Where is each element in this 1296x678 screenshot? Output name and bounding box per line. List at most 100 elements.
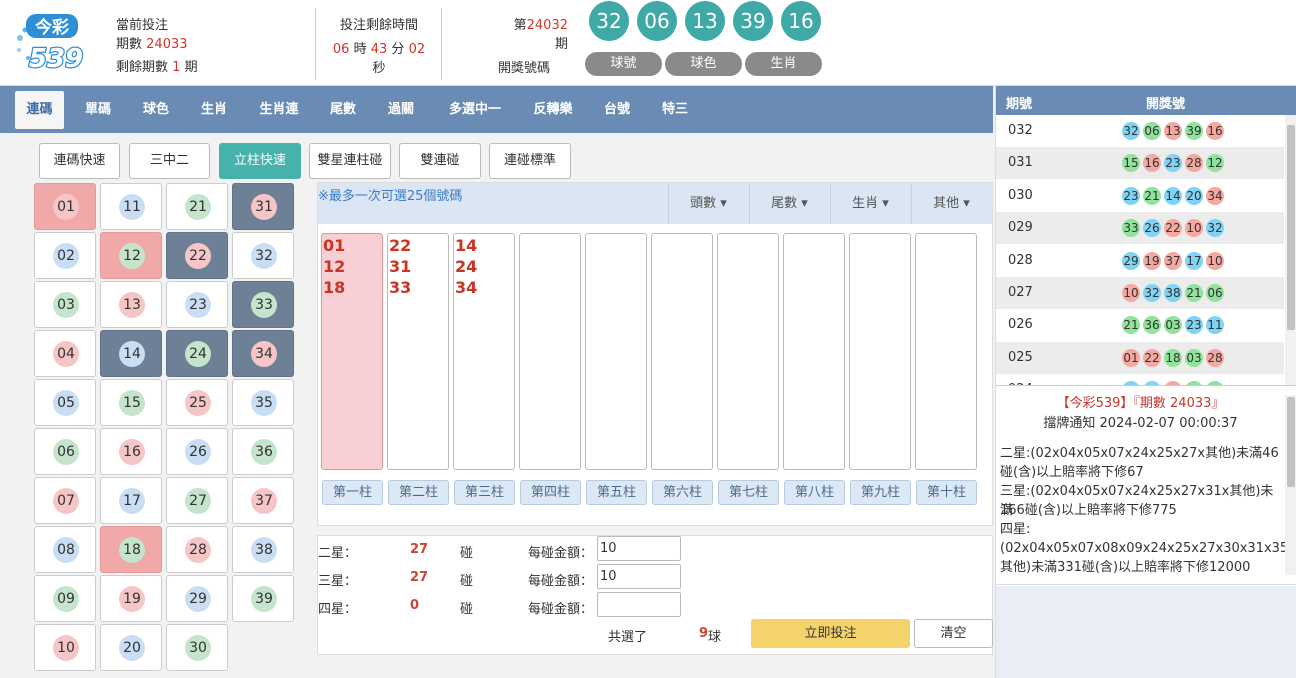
amount-input[interactable]: 10: [597, 536, 681, 561]
tab-1[interactable]: 單碼: [82, 91, 114, 129]
history-list[interactable]: 032 32 06 13 39 16 031 15 16 23 28 12 030 23 21 14 20 34 0…: [996, 115, 1296, 386]
pillar-column[interactable]: [585, 233, 647, 470]
tab-10[interactable]: 特三: [659, 91, 691, 129]
mode-button-5[interactable]: 連碰標準: [489, 143, 571, 179]
number-cell[interactable]: 25: [166, 379, 228, 426]
pillar-column[interactable]: [519, 233, 581, 470]
pillar-column[interactable]: 14 24 34: [453, 233, 515, 470]
mode-button-4[interactable]: 雙連碰: [399, 143, 481, 179]
number-cell[interactable]: 38: [232, 526, 294, 573]
history-row: 024: [996, 374, 1284, 385]
pillar-button[interactable]: 第十柱: [916, 480, 977, 505]
number-cell[interactable]: 08: [34, 526, 96, 573]
scrollbar-thumb[interactable]: [1287, 397, 1295, 487]
number-cell[interactable]: 01: [34, 183, 96, 230]
pillar-button[interactable]: 第七柱: [718, 480, 779, 505]
pillar-column[interactable]: [849, 233, 911, 470]
number-cell[interactable]: 17: [100, 477, 162, 524]
number-cell[interactable]: 13: [100, 281, 162, 328]
number-cell[interactable]: 33: [232, 281, 294, 328]
number-cell[interactable]: 11: [100, 183, 162, 230]
amount-input[interactable]: [597, 592, 681, 617]
number-cell[interactable]: 21: [166, 183, 228, 230]
display-zodiac-button[interactable]: 生肖: [745, 52, 822, 76]
number-cell[interactable]: 27: [166, 477, 228, 524]
tab-3[interactable]: 生肖: [198, 91, 230, 129]
filter-dropdown[interactable]: 生肖 ▾: [830, 183, 910, 224]
mode-button-2[interactable]: 立柱快速: [219, 143, 301, 179]
number-ball: 09: [53, 586, 79, 612]
filter-dropdown[interactable]: 尾數 ▾: [749, 183, 829, 224]
number-cell[interactable]: 39: [232, 575, 294, 622]
jincai539-logo[interactable]: 今彩 539: [12, 10, 92, 76]
number-cell[interactable]: 29: [166, 575, 228, 622]
tab-8[interactable]: 反轉樂: [530, 91, 576, 129]
number-cell[interactable]: 35: [232, 379, 294, 426]
number-cell[interactable]: 16: [100, 428, 162, 475]
number-cell[interactable]: 23: [166, 281, 228, 328]
number-cell[interactable]: 07: [34, 477, 96, 524]
number-cell[interactable]: 03: [34, 281, 96, 328]
tab-0[interactable]: 連碼: [15, 91, 64, 129]
number-cell[interactable]: 26: [166, 428, 228, 475]
number-cell[interactable]: 20: [100, 624, 162, 671]
number-cell[interactable]: 31: [232, 183, 294, 230]
submit-bet-button[interactable]: 立即投注: [751, 619, 910, 648]
mode-button-1[interactable]: 三中二: [129, 143, 210, 179]
tab-5[interactable]: 尾數: [327, 91, 359, 129]
amount-input[interactable]: 10: [597, 564, 681, 589]
pillar-column[interactable]: 22 31 33: [387, 233, 449, 470]
pillar-button[interactable]: 第八柱: [784, 480, 845, 505]
tab-9[interactable]: 台號: [601, 91, 633, 129]
number-cell[interactable]: 10: [34, 624, 96, 671]
pillar-column[interactable]: [651, 233, 713, 470]
number-cell[interactable]: 32: [232, 232, 294, 279]
pillar-button[interactable]: 第三柱: [454, 480, 515, 505]
number-cell[interactable]: 14: [100, 330, 162, 377]
mode-button-3[interactable]: 雙星連柱碰: [309, 143, 391, 179]
pillar-button[interactable]: 第二柱: [388, 480, 449, 505]
pillar-column[interactable]: [717, 233, 779, 470]
number-cell[interactable]: 19: [100, 575, 162, 622]
mode-button-0[interactable]: 連碼快速: [39, 143, 120, 179]
number-cell[interactable]: 06: [34, 428, 96, 475]
number-cell[interactable]: 22: [166, 232, 228, 279]
pillar-button[interactable]: 第六柱: [652, 480, 713, 505]
number-cell[interactable]: 04: [34, 330, 96, 377]
tab-6[interactable]: 過關: [385, 91, 417, 129]
current-bet-block: 當前投注 期數 24033 剩餘期數 1 期: [116, 16, 198, 77]
number-cell[interactable]: 36: [232, 428, 294, 475]
scrollbar-thumb[interactable]: [1287, 125, 1295, 330]
number-cell[interactable]: 09: [34, 575, 96, 622]
pillar-button[interactable]: 第九柱: [850, 480, 911, 505]
tab-2[interactable]: 球色: [140, 91, 172, 129]
number-cell[interactable]: 37: [232, 477, 294, 524]
display-color-button[interactable]: 球色: [665, 52, 742, 76]
filter-dropdown[interactable]: 其他 ▾: [911, 183, 991, 224]
pillar-button[interactable]: 第一柱: [322, 480, 383, 505]
number-cell[interactable]: 34: [232, 330, 294, 377]
pillar-column[interactable]: 01 12 18: [321, 233, 383, 470]
tab-4[interactable]: 生肖連: [256, 91, 302, 129]
number-cell[interactable]: 30: [166, 624, 228, 671]
notice-scrollbar[interactable]: [1285, 395, 1296, 575]
number-cell[interactable]: 15: [100, 379, 162, 426]
history-scrollbar[interactable]: [1285, 115, 1296, 385]
filter-dropdown[interactable]: 頭數 ▾: [668, 183, 748, 224]
pillar-column[interactable]: [915, 233, 977, 470]
history-row: 031 15 16 23 28 12: [996, 147, 1284, 180]
pillar-button[interactable]: 第四柱: [520, 480, 581, 505]
number-cell[interactable]: 12: [100, 232, 162, 279]
number-cell[interactable]: 18: [100, 526, 162, 573]
pillar-column[interactable]: [783, 233, 845, 470]
number-cell[interactable]: 02: [34, 232, 96, 279]
clear-button[interactable]: 清空: [914, 619, 993, 648]
tab-7[interactable]: 多選中一: [443, 91, 507, 129]
number-cell[interactable]: 28: [166, 526, 228, 573]
number-cell[interactable]: 24: [166, 330, 228, 377]
display-number-button[interactable]: 球號: [585, 52, 662, 76]
pillar-button[interactable]: 第五柱: [586, 480, 647, 505]
number-cell[interactable]: 05: [34, 379, 96, 426]
combo-count: 0: [410, 598, 420, 613]
number-ball: 34: [251, 341, 277, 367]
